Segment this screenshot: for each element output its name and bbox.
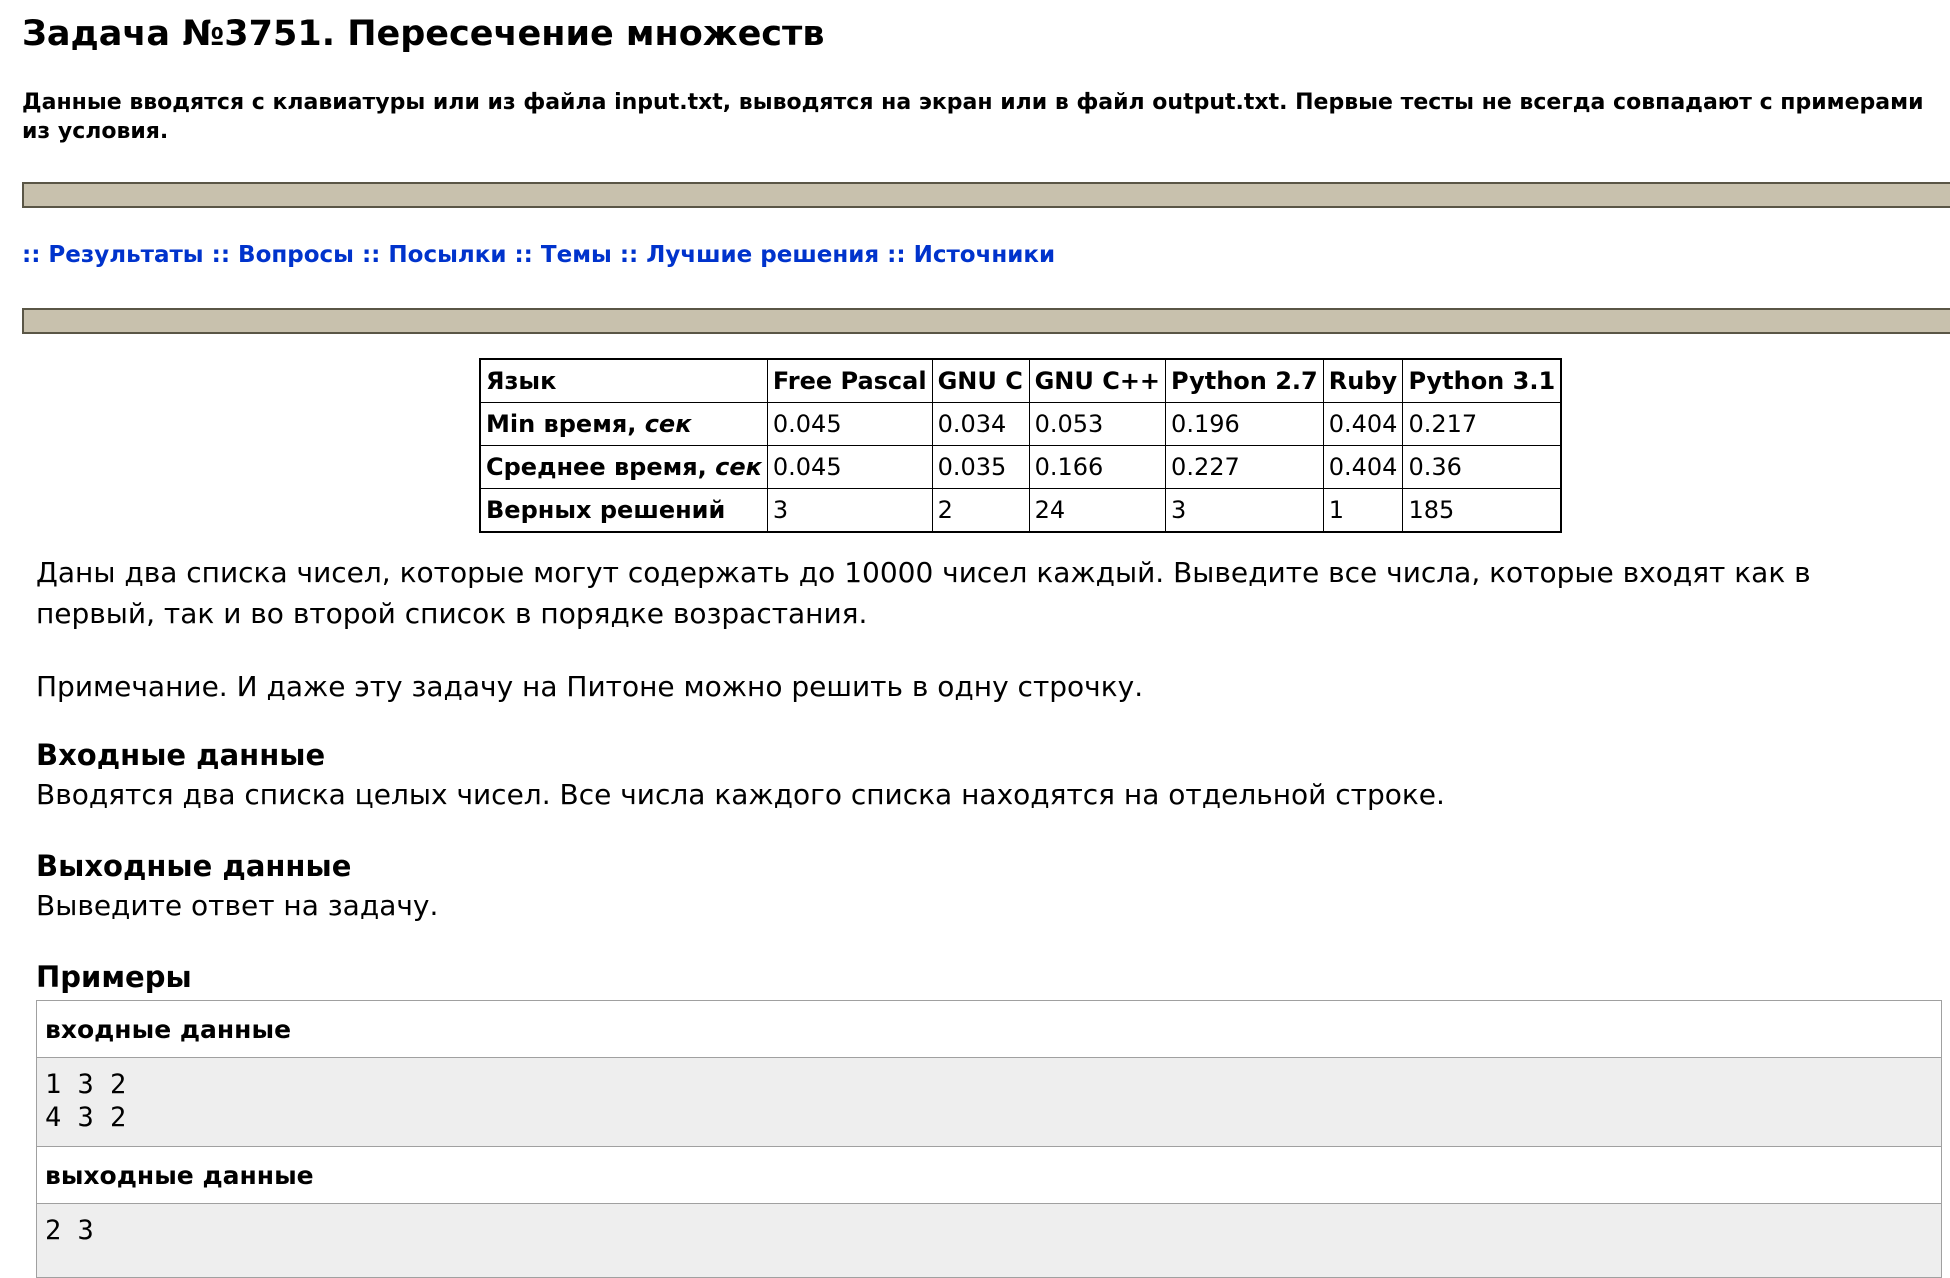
- table-header-cell: Python 2.7: [1165, 358, 1324, 403]
- example-output-line: 2 3: [45, 1215, 94, 1246]
- row-label: Среднее время, сек: [479, 445, 768, 489]
- table-header-row: Язык Free Pascal GNU C GNU C++ Python 2.…: [479, 358, 1562, 403]
- table-cell: 0.404: [1322, 445, 1404, 489]
- input-section-heading: Входные данные: [36, 738, 326, 772]
- nav-separator: ::: [211, 242, 231, 268]
- io-notice: Данные вводятся с клавиатуры или из файл…: [22, 90, 1924, 144]
- table-cell: 0.045: [766, 402, 933, 446]
- row-label-text: Min время,: [486, 410, 637, 438]
- output-section-text: Выведите ответ на задачу.: [36, 889, 439, 922]
- nav-separator: ::: [619, 242, 639, 268]
- row-label-unit: сек: [715, 453, 762, 481]
- problem-nav: :: Результаты :: Вопросы :: Посылки :: Т…: [22, 238, 1055, 272]
- table-header-cell: Язык: [479, 358, 768, 403]
- nav-separator: ::: [514, 242, 533, 268]
- table-cell: 0.36: [1402, 445, 1562, 489]
- nav-link-submissions[interactable]: Посылки: [388, 242, 506, 268]
- row-label: Min время, сек: [479, 402, 768, 446]
- table-cell: 0.217: [1402, 402, 1562, 446]
- table-cell: 3: [766, 488, 933, 533]
- table-cell: 0.404: [1322, 402, 1404, 446]
- table-row: Верных решений 3 2 24 3 1 185: [479, 488, 1562, 533]
- page-title: Задача №3751. Пересечение множеств: [22, 14, 825, 54]
- table-header-cell: GNU C++: [1028, 358, 1167, 403]
- table-cell: 0.166: [1028, 445, 1167, 489]
- table-header-cell: Ruby: [1322, 358, 1404, 403]
- table-header-cell: GNU C: [931, 358, 1030, 403]
- problem-statement: Даны два списка чисел, которые могут сод…: [36, 556, 1811, 630]
- row-label-text: Среднее время,: [486, 453, 707, 481]
- table-cell: 3: [1165, 488, 1324, 533]
- example-output-data: 2 3: [37, 1204, 1941, 1277]
- divider-bar-top: [22, 182, 1950, 208]
- input-section-text: Вводятся два списка целых чисел. Все чис…: [36, 778, 1445, 811]
- table-cell: 185: [1402, 488, 1562, 533]
- example-input-line: 1 3 2: [45, 1069, 127, 1100]
- table-header-cell: Free Pascal: [766, 358, 933, 403]
- row-label: Верных решений: [479, 488, 768, 533]
- table-cell: 0.034: [931, 402, 1030, 446]
- example-output-label: выходные данные: [37, 1147, 1941, 1204]
- nav-separator: ::: [22, 242, 41, 268]
- example-input-data: 1 3 24 3 2: [37, 1058, 1941, 1147]
- language-stats-table: Язык Free Pascal GNU C GNU C++ Python 2.…: [479, 358, 1563, 533]
- table-cell: 0.227: [1165, 445, 1324, 489]
- nav-link-topics[interactable]: Темы: [541, 242, 612, 268]
- nav-link-best-solutions[interactable]: Лучшие решения: [646, 242, 879, 268]
- nav-separator: ::: [887, 242, 906, 268]
- output-section-heading: Выходные данные: [36, 849, 352, 883]
- examples-heading: Примеры: [36, 960, 192, 994]
- example-input-line: 4 3 2: [45, 1102, 127, 1133]
- table-row: Min время, сек 0.045 0.034 0.053 0.196 0…: [479, 402, 1562, 446]
- table-row: Среднее время, сек 0.045 0.035 0.166 0.2…: [479, 445, 1562, 489]
- table-cell: 24: [1028, 488, 1167, 533]
- nav-link-results[interactable]: Результаты: [48, 242, 203, 268]
- nav-link-sources[interactable]: Источники: [914, 242, 1056, 268]
- table-cell: 0.045: [766, 445, 933, 489]
- table-cell: 0.053: [1028, 402, 1167, 446]
- table-header-cell: Python 3.1: [1402, 358, 1562, 403]
- row-label-unit: сек: [644, 410, 692, 438]
- example-input-label: входные данные: [37, 1001, 1941, 1058]
- divider-bar-bottom: [22, 308, 1950, 334]
- table-cell: 2: [931, 488, 1030, 533]
- table-cell: 0.035: [931, 445, 1030, 489]
- table-cell: 1: [1322, 488, 1404, 533]
- problem-note: Примечание. И даже эту задачу на Питоне …: [36, 670, 1144, 703]
- table-cell: 0.196: [1165, 402, 1324, 446]
- example-block: входные данные 1 3 24 3 2 выходные данны…: [36, 1000, 1942, 1278]
- nav-link-questions[interactable]: Вопросы: [238, 242, 354, 268]
- row-label-text: Верных решений: [486, 496, 726, 524]
- nav-separator: ::: [361, 242, 381, 268]
